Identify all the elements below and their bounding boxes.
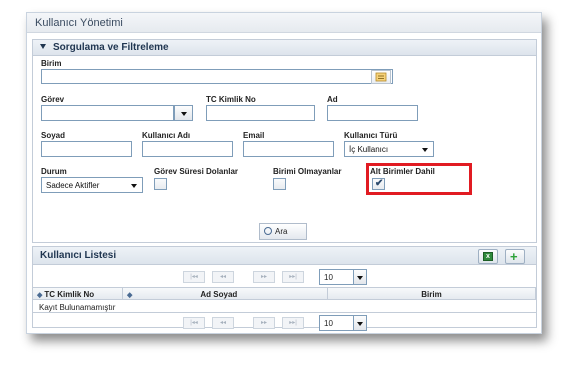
email-input[interactable]: [243, 141, 334, 157]
first-page-button[interactable]: |◂◂: [183, 317, 205, 329]
next-page-button[interactable]: ▸▸: [253, 271, 275, 283]
kullanici-adi-input[interactable]: [142, 141, 233, 157]
kullanici-turu-select[interactable]: İç Kullanıcı: [344, 141, 434, 157]
kullanici-turu-value: İç Kullanıcı: [349, 145, 389, 154]
column-header-tc[interactable]: ◆ TC Kimlik No: [33, 288, 123, 300]
birimi-olmayanlar-label: Birimi Olmayanlar: [273, 167, 342, 176]
search-icon: [264, 227, 272, 235]
chevron-down-icon: [181, 112, 187, 116]
column-label: TC Kimlik No: [44, 290, 95, 299]
list-panel: Kullanıcı Listesi x + |◂◂ ◂◂ ▸▸ ▸▸| 10 ◆…: [32, 246, 537, 331]
durum-value: Sadece Aktifler: [46, 181, 100, 190]
page-size-select[interactable]: 10: [319, 315, 367, 331]
grid-header: ◆ TC Kimlik No ◆ Ad Soyad Birim: [33, 287, 536, 300]
page-title: Kullanıcı Yönetimi: [27, 13, 541, 33]
excel-export-button[interactable]: x: [478, 249, 498, 264]
page-size-value: 10: [324, 273, 333, 282]
email-label: Email: [243, 131, 265, 140]
list-panel-header: Kullanıcı Listesi x +: [33, 247, 536, 265]
add-icon: +: [510, 249, 518, 264]
column-label: Birim: [421, 290, 442, 299]
excel-export-icon: x: [483, 252, 493, 261]
list-panel-title: Kullanıcı Listesi: [40, 250, 117, 261]
gorev-suresi-checkbox[interactable]: [154, 178, 167, 190]
ad-label: Ad: [327, 95, 338, 104]
page-size-value: 10: [324, 319, 333, 328]
chevron-down-icon: [353, 269, 367, 285]
add-user-button[interactable]: +: [505, 249, 525, 264]
search-button[interactable]: Ara: [259, 223, 307, 240]
gorev-dropdown-button[interactable]: [174, 105, 193, 121]
soyad-input[interactable]: [41, 141, 132, 157]
highlight-box: [366, 163, 472, 195]
gorev-select[interactable]: [41, 105, 174, 121]
tc-label: TC Kimlik No: [206, 95, 256, 104]
gorev-label: Görev: [41, 95, 65, 104]
filter-panel-header[interactable]: Sorgulama ve Filtreleme: [33, 40, 536, 56]
soyad-label: Soyad: [41, 131, 66, 140]
column-header-birim[interactable]: Birim: [328, 288, 536, 300]
gorev-suresi-label: Görev Süresi Dolanlar: [154, 167, 239, 176]
durum-label: Durum: [41, 167, 67, 176]
filter-panel: Sorgulama ve Filtreleme Birim Görev TC K…: [32, 39, 537, 243]
birim-label: Birim: [41, 59, 62, 68]
empty-message: Kayıt Bulunamamıştır: [33, 301, 536, 313]
kullanici-adi-label: Kullanıcı Adı: [142, 131, 191, 140]
durum-select[interactable]: Sadece Aktifler: [41, 177, 143, 193]
column-label: Ad Soyad: [200, 290, 238, 299]
chevron-down-icon: [422, 148, 428, 152]
filter-panel-title: Sorgulama ve Filtreleme: [53, 42, 169, 53]
column-header-ad-soyad[interactable]: ◆ Ad Soyad: [123, 288, 328, 300]
kullanici-turu-label: Kullanıcı Türü: [344, 131, 398, 140]
next-page-button[interactable]: ▸▸: [253, 317, 275, 329]
prev-page-button[interactable]: ◂◂: [212, 317, 234, 329]
first-page-button[interactable]: |◂◂: [183, 271, 205, 283]
app-window: Kullanıcı Yönetimi Sorgulama ve Filtrele…: [26, 12, 542, 334]
page-size-select[interactable]: 10: [319, 269, 367, 285]
last-page-button[interactable]: ▸▸|: [282, 317, 304, 329]
ad-input[interactable]: [327, 105, 418, 121]
sort-icon: ◆: [127, 292, 133, 299]
sort-icon: ◆: [37, 292, 43, 299]
tc-kimlik-input[interactable]: [206, 105, 315, 121]
last-page-button[interactable]: ▸▸|: [282, 271, 304, 283]
birimi-olmayanlar-checkbox[interactable]: [273, 178, 286, 190]
birim-field[interactable]: [41, 69, 393, 84]
collapse-icon[interactable]: [40, 44, 46, 49]
chevron-down-icon: [353, 315, 367, 331]
tree-picker-icon[interactable]: [371, 70, 391, 84]
search-button-label: Ara: [275, 227, 288, 236]
prev-page-button[interactable]: ◂◂: [212, 271, 234, 283]
chevron-down-icon: [131, 184, 137, 188]
